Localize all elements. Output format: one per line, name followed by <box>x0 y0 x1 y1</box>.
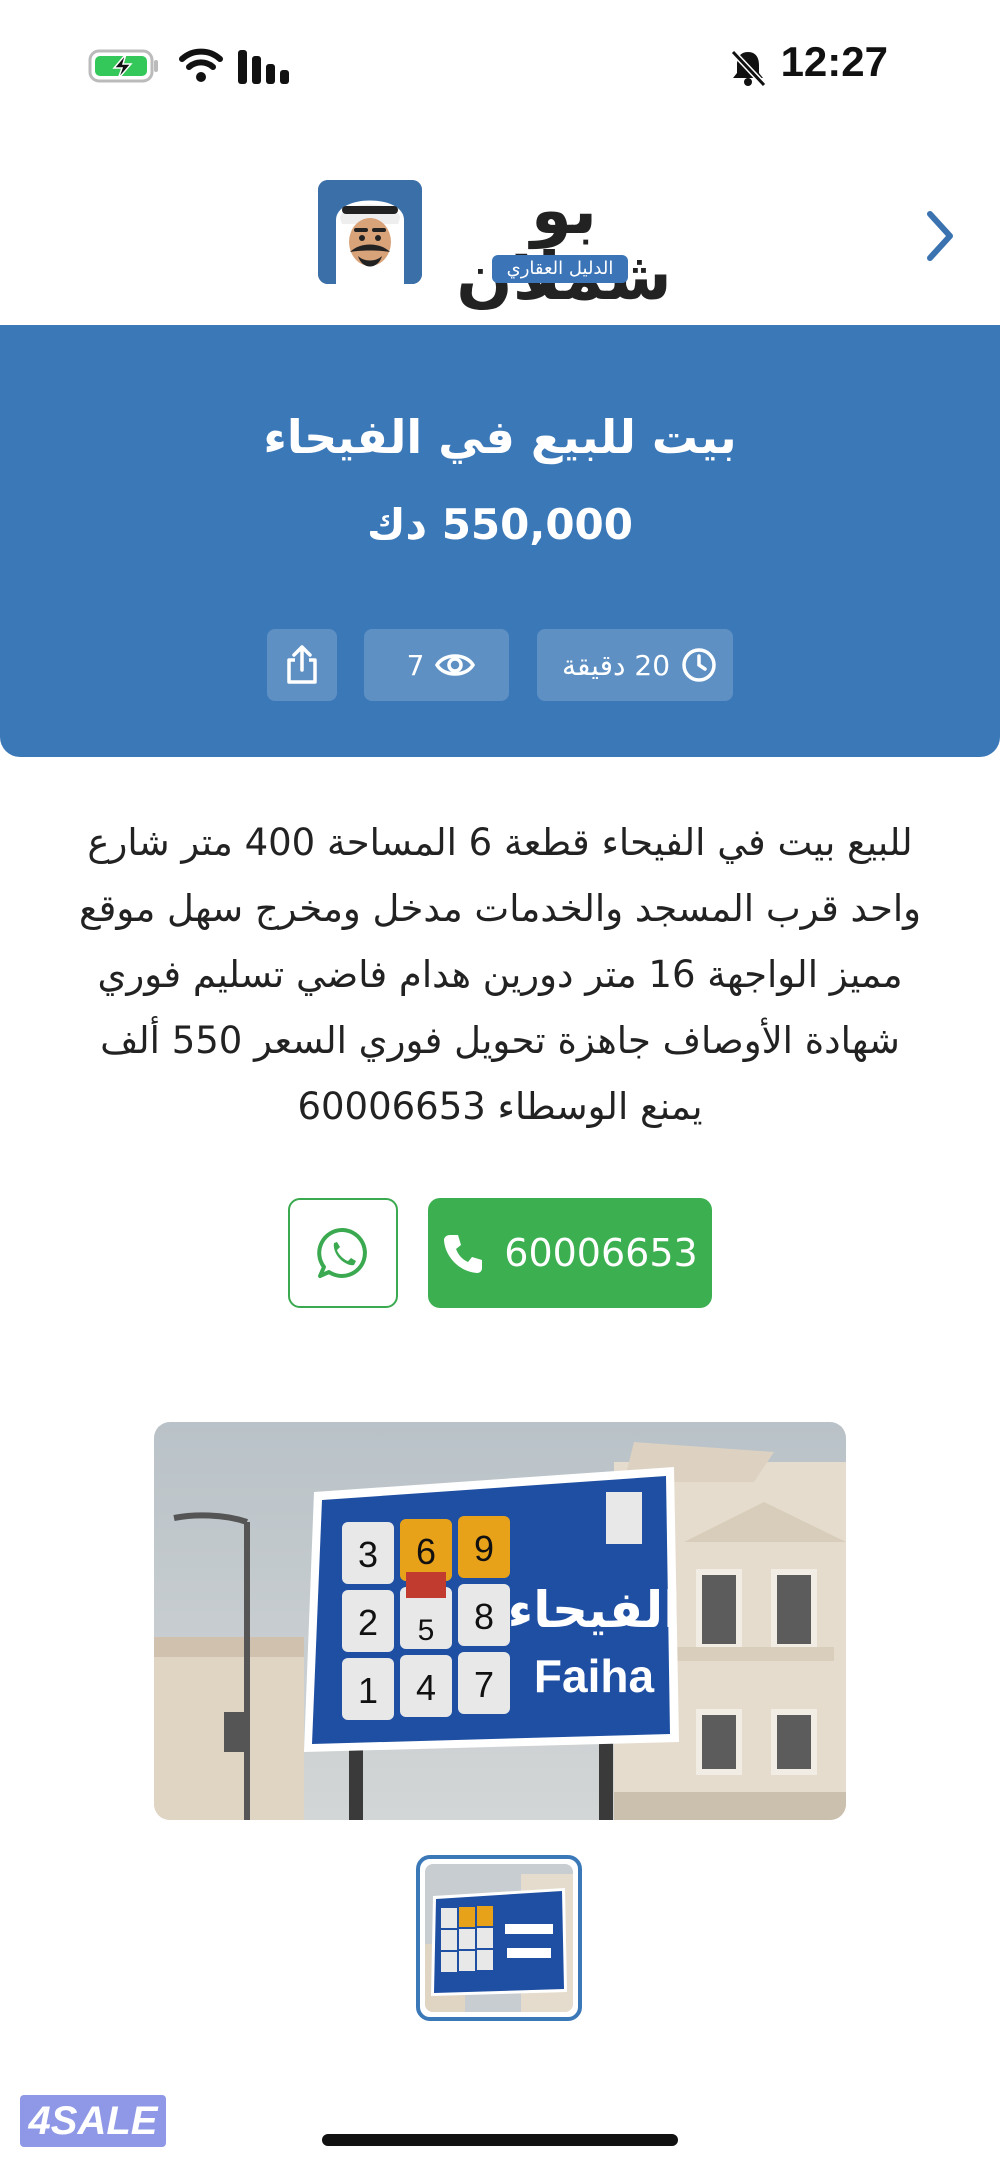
logo-avatar <box>318 180 422 284</box>
phone-icon <box>444 1235 483 1273</box>
call-button[interactable]: 60006653 <box>428 1198 712 1308</box>
posted-time-text: 20 دقيقة <box>561 648 671 682</box>
posted-time-chip: 20 دقيقة <box>537 629 733 701</box>
street-sign-photo: 3 6 9 2 5 8 1 4 7 الفيحاء Faiha <box>154 1422 846 1820</box>
listing-description: للبيع بيت في الفيحاء قطعة 6 المساحة 400 … <box>50 810 950 1140</box>
sign-number: 5 <box>418 1614 435 1647</box>
share-button[interactable] <box>267 629 337 701</box>
status-time: 12:27 <box>780 38 888 85</box>
sign-number: 3 <box>358 1534 378 1575</box>
description-line: للبيع بيت في الفيحاء قطعة 6 المساحة 400 … <box>87 821 913 864</box>
sign-number: 8 <box>474 1596 494 1637</box>
sign-number: 2 <box>358 1602 378 1643</box>
share-icon <box>287 645 317 684</box>
whatsapp-button[interactable] <box>288 1198 398 1308</box>
call-phone-number: 60006653 <box>504 1231 698 1275</box>
sign-number: 1 <box>358 1670 378 1711</box>
description-line: يمنع الوسطاء 60006653 <box>297 1085 703 1128</box>
description-line: واحد قرب المسجد والخدمات مدخل ومخرج سهل … <box>78 887 921 930</box>
home-indicator[interactable] <box>322 2134 678 2146</box>
listing-photo[interactable]: 3 6 9 2 5 8 1 4 7 الفيحاء Faiha <box>154 1422 846 1820</box>
status-bar: 12:27 <box>0 0 1000 130</box>
man-avatar-icon <box>318 180 422 284</box>
logo-tagline: الدليل العقاري <box>492 255 628 283</box>
description-line: مميز الواجهة 16 متر دورين هدام فاضي تسلي… <box>97 953 903 996</box>
signal-icon <box>238 50 289 84</box>
sign-number: 4 <box>416 1667 436 1708</box>
clock-icon <box>682 648 716 682</box>
photo-thumbnail[interactable] <box>416 1855 582 2021</box>
sign-number: 6 <box>416 1531 436 1572</box>
views-count: 7 <box>406 648 425 682</box>
sign-number: 7 <box>474 1664 494 1705</box>
logo-name: بو شملان <box>456 172 672 310</box>
views-chip: 7 <box>364 629 509 701</box>
sign-arabic-text: الفيحاء <box>508 1581 681 1639</box>
listing-price: 550,000 دك <box>367 500 633 549</box>
app-header: بو شملان الدليل العقاري <box>0 160 1000 330</box>
watermark-logo: 4SALE <box>20 2095 166 2147</box>
battery-charging-icon <box>88 49 158 83</box>
sign-latin-text: Faiha <box>534 1650 655 1702</box>
thumbnail-image <box>425 1864 573 2012</box>
description-line: شهادة الأوصاف جاهزة تحويل فوري السعر 550… <box>100 1019 900 1062</box>
whatsapp-icon <box>317 1227 367 1278</box>
eye-icon <box>435 654 476 676</box>
listing-title: بيت للبيع في الفيحاء <box>263 410 737 464</box>
bell-muted-icon <box>730 49 767 88</box>
listing-banner: بيت للبيع في الفيحاء 550,000 دك 20 دقيقة… <box>0 325 1000 757</box>
chevron-right-icon[interactable] <box>920 206 960 266</box>
wifi-icon <box>179 48 223 82</box>
sign-number: 9 <box>474 1528 494 1569</box>
